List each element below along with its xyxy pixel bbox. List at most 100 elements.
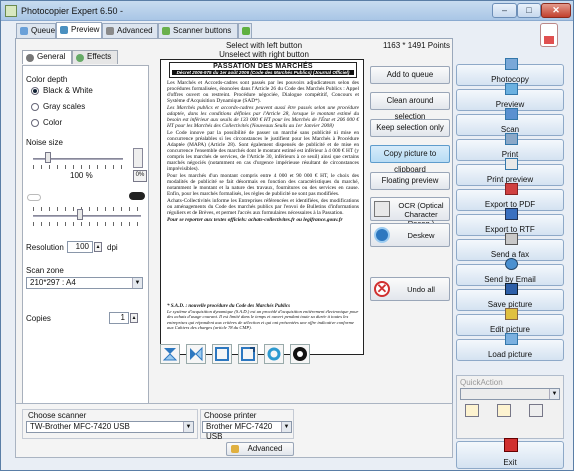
noise-value: 100 % [70,171,93,180]
tab-general-label: General [37,52,66,61]
scanner-icon [162,27,170,35]
resolution-input[interactable]: 100 [67,241,93,253]
tab-extra[interactable] [238,23,252,38]
pdf-icon [505,183,518,195]
open-picture-icon [505,333,518,345]
radio-black-white[interactable] [31,87,39,95]
doc-footnote-text: Le système d'acquisition dynamique (S.A.… [167,309,359,330]
choose-printer-title: Choose printer [204,411,257,420]
tab-queue-label: Queue [31,26,56,35]
settings-action-icon[interactable] [497,404,511,417]
maximize-button[interactable]: □ [517,3,541,18]
add-to-queue-button[interactable]: Add to queue [370,66,450,84]
color-depth-title: Color depth [26,75,68,84]
tab-scanner-buttons[interactable]: Scanner buttons [158,23,238,38]
rotate-left-icon[interactable] [212,344,232,364]
brightness-slider-track[interactable] [33,215,141,217]
ocr-button[interactable]: OCR (Optical Character Recog.) [370,197,450,228]
advanced-label: Advanced [247,444,283,453]
delete-action-icon[interactable] [529,404,543,417]
brightness-slider-thumb[interactable] [77,209,83,220]
brightness-ticks [33,207,141,211]
doc-title: PASSATION DES MARCHÉS [213,63,313,70]
deskew-button[interactable]: Deskew [370,223,450,247]
scan-zone-value: 210*297 : A4 [30,278,76,287]
chevron-down-icon: ▼ [549,389,559,399]
choose-scanner-title: Choose scanner [28,411,87,420]
undo-all-button[interactable]: ✕ Undo all [370,277,450,301]
doc-paragraph: Achats-Collectivités informe les Entrepr… [167,197,359,216]
app-window: Photocopier Expert 6.50 - – □ ✕ Queue Pr… [0,0,574,471]
printer-select[interactable]: Brother MFC-7420 USB ▼ [202,421,292,441]
floppy-disk-icon [505,283,518,295]
print-preview-icon [505,158,518,170]
scanner-select[interactable]: TW-Brother MFC-7420 USB ▼ [26,421,194,433]
doc-paragraph: Pour se reporter aux textes officiels: a… [167,216,343,223]
tab-advanced[interactable]: Advanced [102,23,158,38]
tab-effects[interactable]: Effects [72,50,118,64]
quick-action-select[interactable]: ▼ [460,388,560,400]
scanner-icon [505,108,518,120]
scan-zone-title: Scan zone [26,266,64,275]
exit-button[interactable]: Exit [456,438,564,469]
queue-icon [20,27,28,35]
advanced-button[interactable]: Advanced [226,442,294,456]
close-button[interactable]: ✕ [541,3,571,18]
noise-size-title: Noise size [26,138,63,147]
zero-percent-button[interactable]: 0% [133,170,147,182]
flip-horizontal-icon[interactable] [186,344,206,364]
doc-subtitle: Décret 2006-975 du 1er août 2006 (Code d… [172,70,354,75]
word-document-icon [505,208,518,220]
add-action-icon[interactable] [465,404,479,417]
undo-all-label: Undo all [407,285,435,294]
refresh-icon[interactable] [264,344,284,364]
scan-zone-select[interactable]: 210*297 : A4 ▼ [26,277,143,289]
preview-icon [60,26,68,34]
load-picture-button[interactable]: Load picture [456,333,564,361]
device-panel: Choose scanner TW-Brother MFC-7420 USB ▼… [15,403,453,458]
quick-action-label: QuickAction [460,378,503,387]
tab-general[interactable]: General [22,50,72,64]
flip-vertical-icon[interactable] [160,344,180,364]
battery-level [544,36,554,44]
photocopier-icon [505,58,518,70]
exit-icon [504,438,518,452]
noise-vertical-slider[interactable] [133,148,143,168]
tab-queue[interactable]: Queue [16,23,56,38]
tab-preview[interactable]: Preview [56,22,102,39]
copy-picture-to-clipboard-button[interactable]: Copy picture to clipboard [370,145,450,174]
resolution-spin-button[interactable]: ▴ [94,242,102,252]
chevron-down-icon: ▼ [281,422,291,432]
noise-slider-thumb[interactable] [45,152,51,163]
effects-icon [76,54,84,62]
quick-action-panel: QuickAction ▼ [456,375,564,439]
rotate-right-icon[interactable] [238,344,258,364]
radio-gray-scales[interactable] [31,103,39,111]
edit-picture-icon [505,308,518,320]
clean-around-selection-button[interactable]: Clean around selection [370,92,450,121]
copies-spin-button[interactable]: ▴ [130,313,138,323]
label-gray-scales: Gray scales [43,102,86,111]
tab-advanced-label: Advanced [117,26,153,35]
chevron-down-icon: ▼ [183,422,193,432]
dark-cloud-icon [129,192,145,200]
invert-icon[interactable] [290,344,310,364]
preview-panel: General Effects Color depth Black & Whit… [15,38,453,458]
noise-slider-ticks [33,165,123,169]
load-picture-label: Load picture [487,350,533,359]
floating-preview-button[interactable]: Floating preview [370,172,450,190]
exit-label: Exit [503,458,517,467]
scanner-value: TW-Brother MFC-7420 USB [30,422,130,431]
document-preview[interactable]: PASSATION DES MARCHÉS Décret 2006-975 du… [160,59,364,355]
copies-input[interactable]: 1 [109,312,129,324]
doc-paragraph: Les Marchés et Accords-cadres sont passé… [167,80,359,104]
pencil-icon [231,445,239,453]
minimize-button[interactable]: – [492,3,517,18]
doc-paragraph: Le Code innove par la possibilité de pas… [167,130,359,172]
tools-icon [106,27,114,35]
radio-color[interactable] [31,119,39,127]
doc-paragraph: Les Marchés publics et accords-cadres pe… [167,105,359,129]
keep-selection-only-button[interactable]: Keep selection only [370,119,450,137]
doc-footnote: * S.A.D. : nouvelle procédure du Code de… [167,304,359,330]
doc-paragraph: Pour les marchés d'un montant compris en… [167,172,359,197]
